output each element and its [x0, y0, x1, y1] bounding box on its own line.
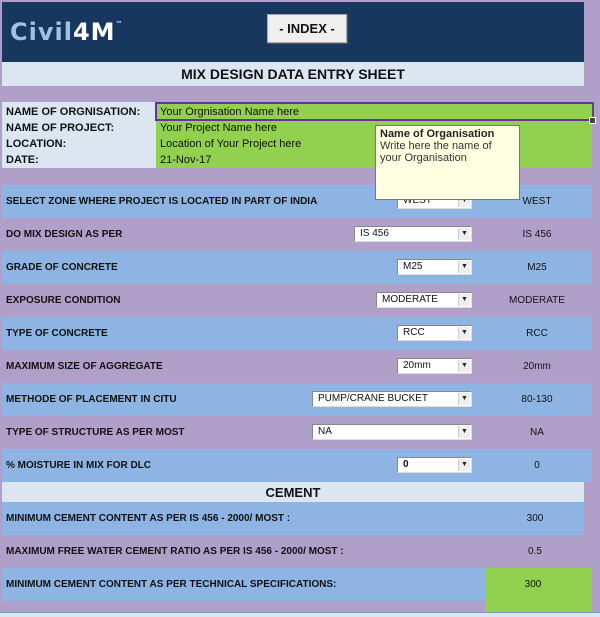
chevron-down-icon[interactable]: ▼ [458, 360, 470, 372]
row-mix-design: DO MIX DESIGN AS PER IS 456 ▼ IS 456 [2, 218, 592, 251]
grade-result: M25 [527, 262, 547, 273]
row-moisture: % MOISTURE IN MIX FOR DLC 0 ▼ 0 [2, 449, 592, 482]
min-cement-label: MINIMUM CEMENT CONTENT AS PER IS 456 - 2… [6, 513, 291, 524]
row-exposure: EXPOSURE CONDITION MODERATE ▼ MODERATE [2, 284, 592, 317]
chevron-down-icon[interactable]: ▼ [458, 327, 470, 339]
chevron-down-icon[interactable]: ▼ [458, 228, 470, 240]
placement-dropdown[interactable]: PUMP/CRANE BUCKET ▼ [312, 391, 472, 407]
grade-dropdown[interactable]: M25 ▼ [397, 259, 472, 275]
tech-spec-cement-label: MINIMUM CEMENT CONTENT AS PER TECHNICAL … [6, 579, 337, 590]
tech-spec-cement-input[interactable]: 300 [485, 568, 592, 612]
chevron-down-icon[interactable]: ▼ [458, 459, 470, 471]
chevron-down-icon[interactable]: ▼ [458, 393, 470, 405]
row-tech-spec-cement: MINIMUM CEMENT CONTENT AS PER TECHNICAL … [2, 568, 485, 601]
row-max-wc-ratio: MAXIMUM FREE WATER CEMENT RATIO AS PER I… [2, 535, 592, 568]
mix-design-result: IS 456 [522, 229, 552, 240]
placement-dropdown-value: PUMP/CRANE BUCKET [318, 393, 429, 404]
tech-spec-cement-value: 300 [524, 579, 542, 590]
exposure-dropdown-value: MODERATE [382, 294, 438, 305]
row-aggregate-size: MAXIMUM SIZE OF AGGREGATE 20mm ▼ 20mm [2, 350, 592, 383]
mix-design-dropdown[interactable]: IS 456 ▼ [354, 226, 472, 242]
sheet-bottom-bar [0, 612, 600, 617]
project-label: NAME OF PROJECT: [6, 122, 115, 134]
structure-type-label: TYPE OF STRUCTURE AS PER MOST [6, 427, 185, 438]
aggregate-size-dropdown-value: 20mm [403, 360, 431, 371]
structure-type-result: NA [530, 427, 544, 438]
row-structure-type: TYPE OF STRUCTURE AS PER MOST NA ▼ NA [2, 416, 592, 449]
placement-result: 80-130 [521, 394, 553, 405]
cement-heading: CEMENT [2, 482, 584, 502]
exposure-result: MODERATE [509, 295, 565, 306]
cell-comment-tooltip: Name of Organisation Write here the name… [375, 125, 520, 200]
location-field[interactable]: Location of Your Project here [160, 136, 301, 152]
moisture-result: 0 [534, 460, 540, 471]
exposure-label: EXPOSURE CONDITION [6, 295, 121, 306]
tooltip-body: Write here the name of your Organisation [380, 140, 492, 164]
selected-cell-outline [155, 102, 594, 121]
exposure-dropdown[interactable]: MODERATE ▼ [376, 292, 472, 308]
max-wc-ratio-label: MAXIMUM FREE WATER CEMENT RATIO AS PER I… [6, 546, 344, 557]
aggregate-size-label: MAXIMUM SIZE OF AGGREGATE [6, 361, 163, 372]
info-labels: NAME OF ORGNISATION: NAME OF PROJECT: LO… [2, 102, 156, 168]
chevron-down-icon[interactable]: ▼ [458, 426, 470, 438]
row-min-cement: MINIMUM CEMENT CONTENT AS PER IS 456 - 2… [2, 502, 584, 535]
tooltip-title: Name of Organisation [380, 128, 495, 140]
date-label: DATE: [6, 154, 39, 166]
row-placement: METHODE OF PLACEMENT IN CITU PUMP/CRANE … [2, 383, 592, 416]
aggregate-size-result: 20mm [523, 361, 551, 372]
moisture-dropdown[interactable]: 0 ▼ [397, 457, 472, 473]
concrete-type-dropdown[interactable]: RCC ▼ [397, 325, 472, 341]
moisture-label: % MOISTURE IN MIX FOR DLC [6, 460, 151, 471]
page-title: MIX DESIGN DATA ENTRY SHEET [2, 62, 584, 86]
organisation-label: NAME OF ORGNISATION: [6, 106, 141, 118]
zone-label: SELECT ZONE WHERE PROJECT IS LOCATED IN … [6, 196, 318, 207]
grade-label: GRADE OF CONCRETE [6, 262, 118, 273]
concrete-type-result: RCC [526, 328, 548, 339]
concrete-type-label: TYPE OF CONCRETE [6, 328, 108, 339]
index-button[interactable]: - INDEX - [267, 14, 347, 43]
civil4m-logo: Civil4M™ [10, 18, 124, 46]
grade-dropdown-value: M25 [403, 261, 423, 272]
max-wc-ratio-value: 0.5 [528, 546, 542, 557]
fill-handle[interactable] [589, 117, 596, 124]
row-concrete-type: TYPE OF CONCRETE RCC ▼ RCC [2, 317, 592, 350]
placement-label: METHODE OF PLACEMENT IN CITU [6, 394, 177, 405]
aggregate-size-dropdown[interactable]: 20mm ▼ [397, 358, 472, 374]
date-field[interactable]: 21-Nov-17 [160, 152, 211, 168]
chevron-down-icon[interactable]: ▼ [458, 261, 470, 273]
min-cement-value: 300 [526, 513, 544, 524]
structure-type-dropdown[interactable]: NA ▼ [312, 424, 472, 440]
chevron-down-icon[interactable]: ▼ [458, 294, 470, 306]
moisture-dropdown-value: 0 [403, 459, 409, 470]
row-grade: GRADE OF CONCRETE M25 ▼ M25 [2, 251, 592, 284]
project-field[interactable]: Your Project Name here [160, 120, 277, 136]
location-label: LOCATION: [6, 138, 67, 150]
concrete-type-dropdown-value: RCC [403, 327, 425, 338]
mix-design-label: DO MIX DESIGN AS PER [6, 229, 123, 240]
structure-type-dropdown-value: NA [318, 426, 332, 437]
mix-design-dropdown-value: IS 456 [360, 228, 389, 239]
